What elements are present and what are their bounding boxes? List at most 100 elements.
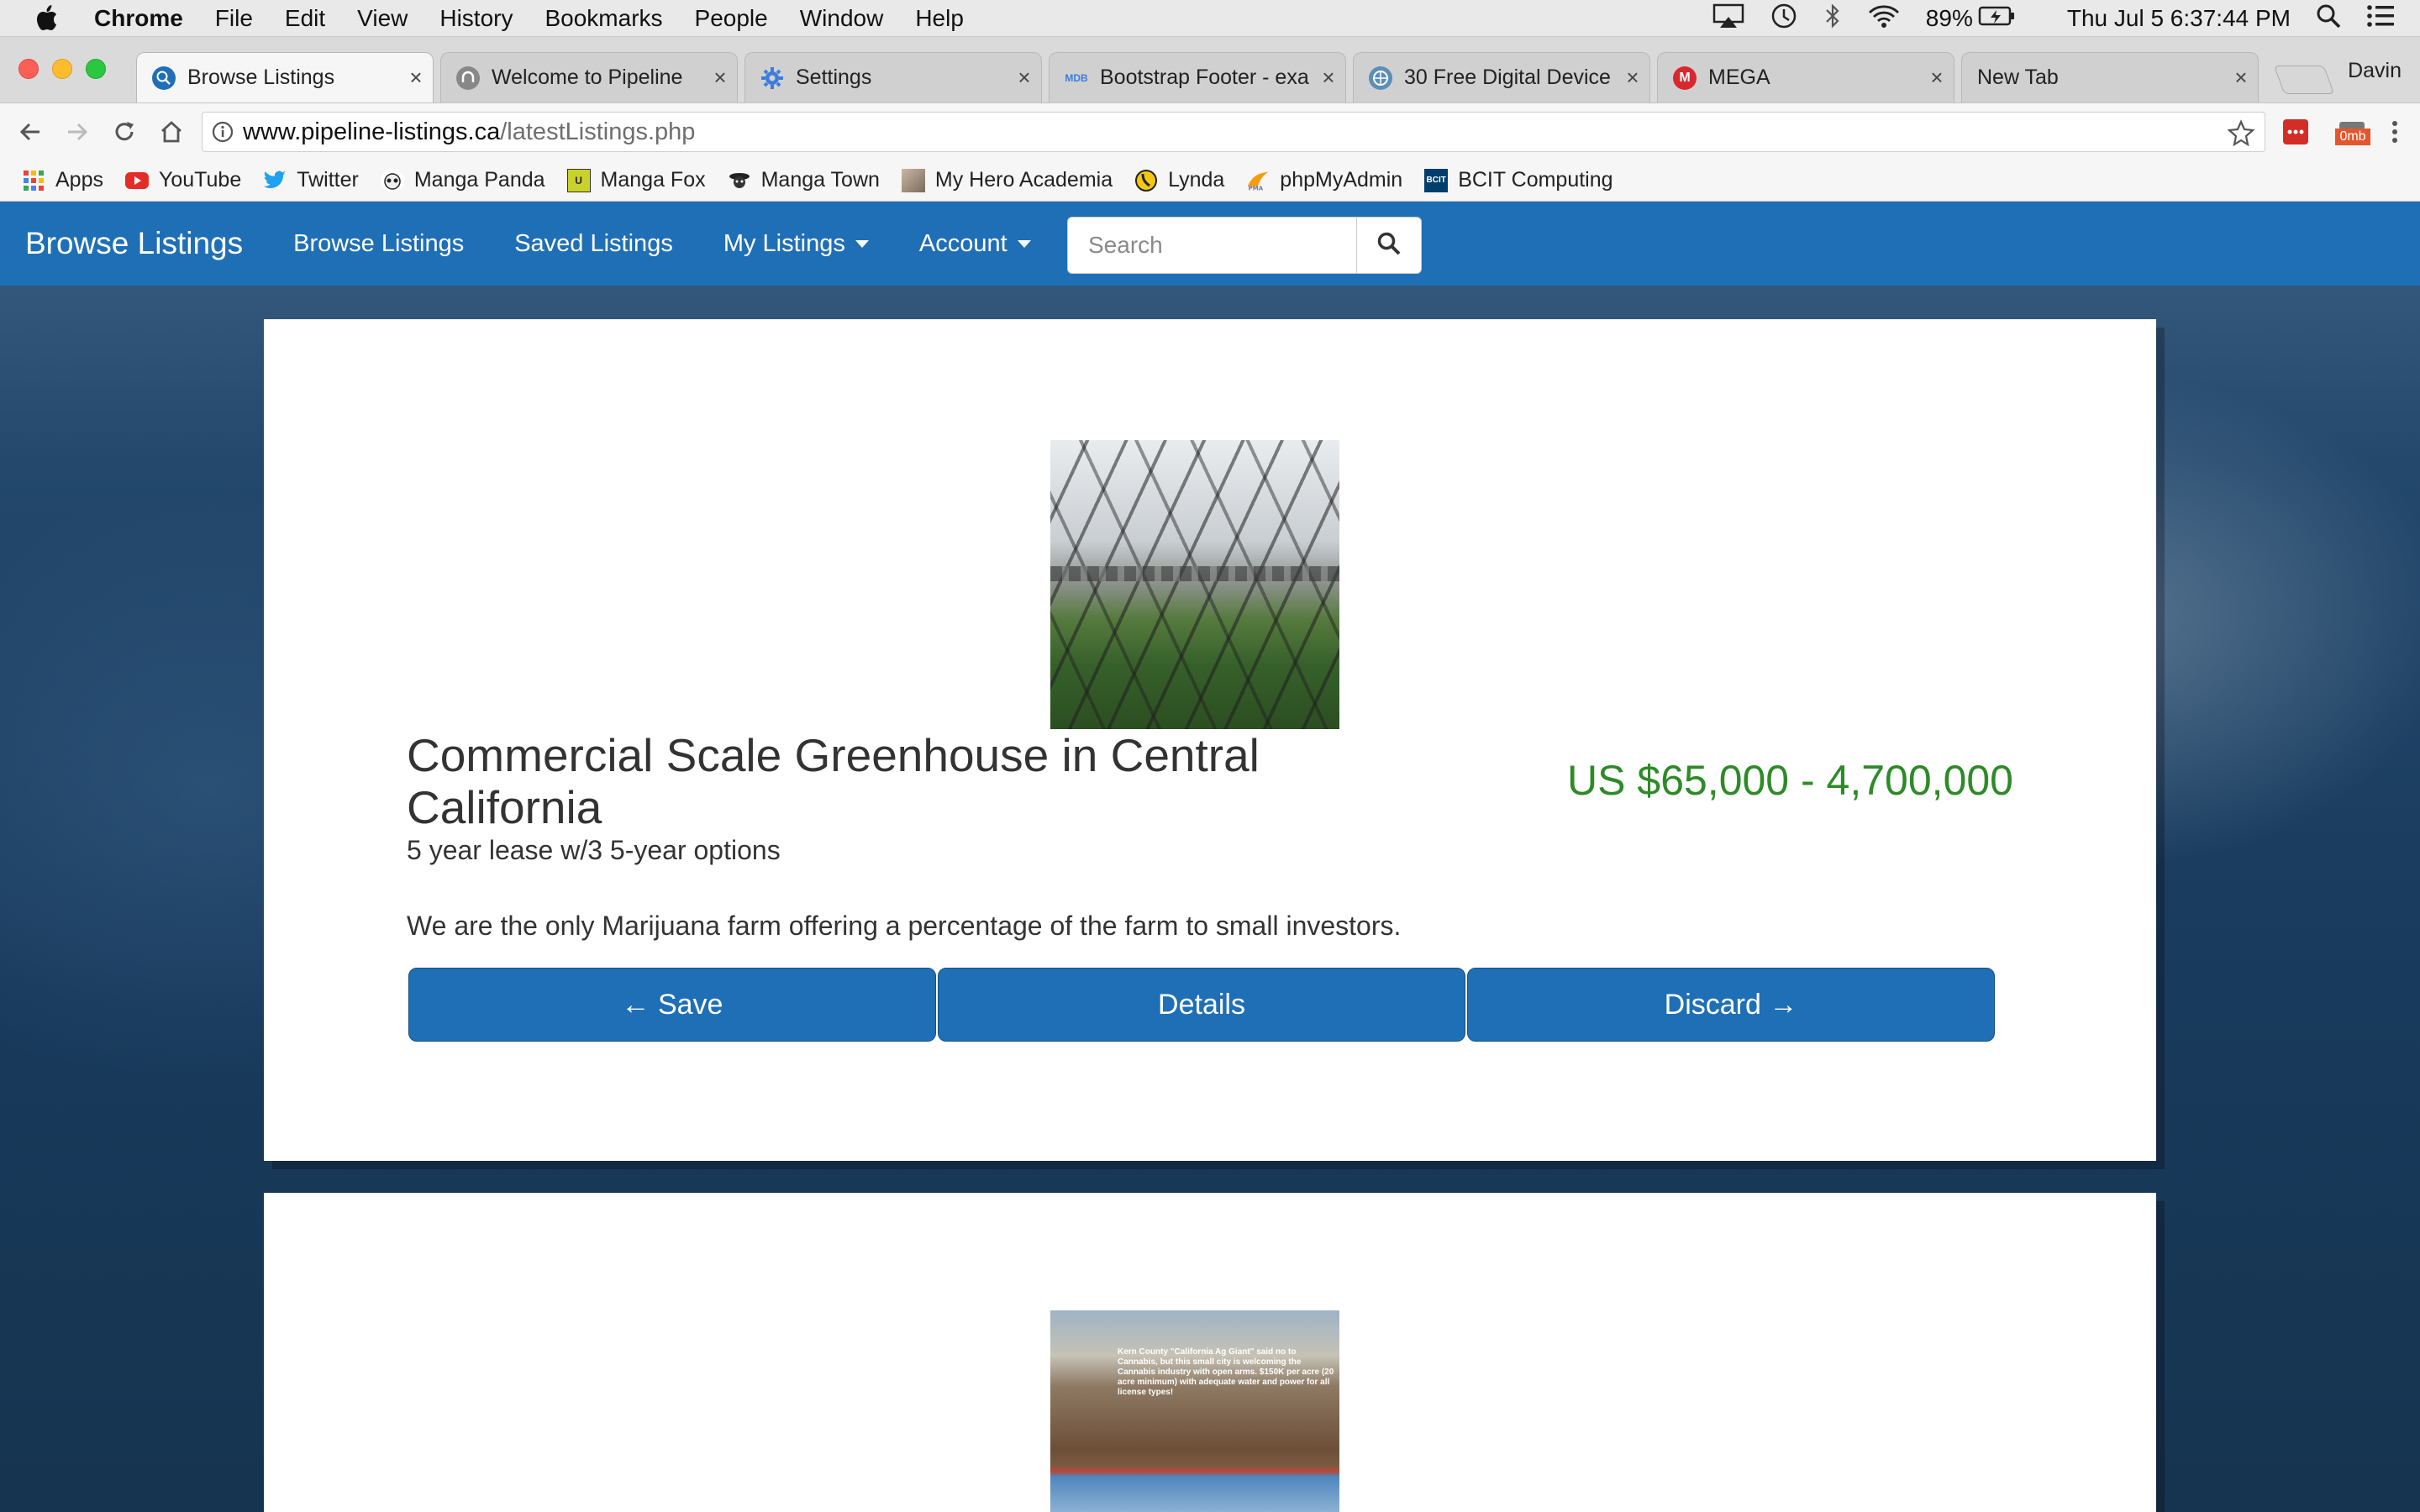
chrome-menu-icon[interactable] [2378, 115, 2412, 149]
extension-badge-icon[interactable]: 0mb [2329, 115, 2376, 149]
tab-close-icon[interactable]: × [1007, 65, 1041, 91]
forward-arrow-icon[interactable] [60, 115, 94, 149]
window-close-button[interactable] [18, 59, 39, 79]
navbar-brand[interactable]: Browse Listings [25, 226, 243, 261]
menu-history[interactable]: History [439, 5, 513, 32]
bookmark-my-hero-academia[interactable]: My Hero Academia [901, 168, 1113, 192]
bookmark-label: phpMyAdmin [1280, 168, 1403, 192]
notification-center-icon[interactable] [2366, 4, 2395, 34]
discard-button[interactable]: Discard → [1467, 968, 1995, 1042]
tab-settings[interactable]: Settings × [744, 52, 1042, 102]
tab-close-icon[interactable]: × [1920, 65, 1954, 91]
nav-account-dropdown[interactable]: Account [919, 230, 1031, 258]
menu-clock[interactable]: Thu Jul 5 6:37:44 PM [2067, 5, 2291, 32]
save-button[interactable]: ← Save [408, 968, 936, 1042]
nav-browse-listings[interactable]: Browse Listings [293, 230, 464, 258]
search-button[interactable] [1356, 217, 1422, 274]
nav-link-label: Account [918, 229, 1007, 257]
home-icon[interactable] [155, 115, 188, 149]
bookmark-label: Apps [55, 168, 103, 192]
twitter-icon [263, 169, 287, 192]
youtube-icon [124, 169, 149, 192]
browser-toolbar: www.pipeline-listings.ca/latestListings.… [0, 102, 2420, 160]
bcit-icon: BCIT [1424, 168, 1449, 192]
battery-percent: 89% [1925, 5, 1973, 31]
window-minimize-button[interactable] [52, 59, 72, 79]
menu-app-name[interactable]: Chrome [94, 5, 183, 32]
spotlight-search-icon[interactable] [2316, 3, 2341, 34]
search-input[interactable] [1067, 217, 1356, 274]
apple-menu-icon[interactable] [32, 3, 60, 34]
listing-price: US $65,000 - 4,700,000 [1567, 757, 2013, 804]
battery-charging-icon [1978, 5, 2017, 33]
svg-text:PMA: PMA [1249, 185, 1264, 192]
tab-browse-listings[interactable]: Browse Listings × [136, 52, 434, 102]
pipeline-icon [456, 66, 480, 90]
bookmark-manga-town[interactable]: Manga Town [728, 168, 880, 192]
time-machine-icon[interactable] [1770, 2, 1798, 36]
caret-down-icon [1017, 239, 1031, 248]
details-button[interactable]: Details [938, 968, 1465, 1042]
navbar-search [1067, 217, 1422, 274]
bookmark-youtube[interactable]: YouTube [124, 168, 242, 192]
menu-bookmarks[interactable]: Bookmarks [544, 5, 662, 32]
wifi-icon[interactable] [1867, 3, 1901, 34]
bookmark-manga-fox[interactable]: U Manga Fox [566, 168, 706, 192]
bookmark-star-icon[interactable] [2227, 119, 2255, 153]
bookmark-label: BCIT Computing [1458, 168, 1613, 192]
listing-title: Commercial Scale Greenhouse in Central C… [407, 729, 1260, 833]
tab-welcome-to-pipeline[interactable]: Welcome to Pipeline × [440, 52, 738, 102]
tab-close-icon[interactable]: × [399, 65, 433, 91]
menu-people[interactable]: People [695, 5, 768, 32]
new-tab-button[interactable] [2273, 66, 2335, 94]
bluetooth-icon[interactable] [1823, 3, 1842, 35]
menu-help[interactable]: Help [915, 5, 964, 32]
bookmark-label: YouTube [158, 168, 242, 192]
listing-image-greenhouse[interactable] [1050, 440, 1339, 729]
tab-new-tab[interactable]: New Tab × [1961, 52, 2259, 102]
listing-card: Commercial Scale Greenhouse in Central C… [264, 319, 2156, 1161]
tab-title: Settings [796, 66, 872, 89]
nav-my-listings-dropdown[interactable]: My Listings [723, 230, 869, 258]
tab-close-icon[interactable]: × [1616, 65, 1649, 91]
window-zoom-button[interactable] [86, 59, 106, 79]
macos-menu-bar: Chrome File Edit View History Bookmarks … [0, 0, 2420, 37]
tab-close-icon[interactable]: × [1312, 65, 1345, 91]
bookmark-phpmyadmin[interactable]: PMA phpMyAdmin [1246, 168, 1402, 192]
tab-title: Welcome to Pipeline [492, 66, 683, 89]
tab-30-free-digital-device[interactable]: 30 Free Digital Device × [1353, 52, 1650, 102]
bookmark-apps[interactable]: Apps [22, 168, 103, 192]
airplay-icon[interactable] [1712, 3, 1744, 34]
bookmark-twitter[interactable]: Twitter [263, 168, 359, 192]
listing-image-kern-county[interactable]: Kern County "California Ag Giant" said n… [1050, 1310, 1339, 1512]
menu-file[interactable]: File [215, 5, 253, 32]
nav-saved-listings[interactable]: Saved Listings [514, 230, 673, 258]
menu-edit[interactable]: Edit [285, 5, 325, 32]
bookmark-manga-panda[interactable]: Manga Panda [380, 168, 545, 192]
extension-lastpass-icon[interactable] [2279, 115, 2312, 149]
tab-mega[interactable]: M MEGA × [1657, 52, 1954, 102]
reload-icon[interactable] [108, 115, 141, 149]
tab-close-icon[interactable]: × [703, 65, 737, 91]
bookmark-label: Lynda [1168, 168, 1225, 192]
menu-view[interactable]: View [357, 5, 408, 32]
manga-panda-icon [380, 168, 404, 192]
tab-title: MEGA [1708, 66, 1770, 89]
nav-link-label: Browse Listings [293, 229, 465, 257]
bookmark-bcit-computing[interactable]: BCIT BCIT Computing [1424, 168, 1613, 192]
site-info-icon[interactable] [203, 121, 243, 143]
battery-status[interactable]: 89% [1926, 5, 2017, 33]
address-bar[interactable]: www.pipeline-listings.ca/latestListings.… [202, 112, 2265, 152]
tab-close-icon[interactable]: × [2224, 65, 2258, 91]
profile-name[interactable]: Davin [2348, 59, 2402, 83]
caret-down-icon [855, 239, 869, 248]
mega-icon: M [1673, 66, 1697, 90]
tab-bootstrap-footer[interactable]: MDB Bootstrap Footer - exa × [1049, 52, 1346, 102]
app-navbar: Browse Listings Browse Listings Saved Li… [0, 202, 2420, 286]
search-globe-icon [152, 66, 176, 90]
menu-window[interactable]: Window [800, 5, 884, 32]
tab-strip: Browse Listings × Welcome to Pipeline × … [0, 37, 2420, 102]
manga-fox-icon: U [566, 168, 591, 192]
bookmark-lynda[interactable]: Lynda [1134, 168, 1224, 192]
back-arrow-icon[interactable] [13, 115, 47, 149]
